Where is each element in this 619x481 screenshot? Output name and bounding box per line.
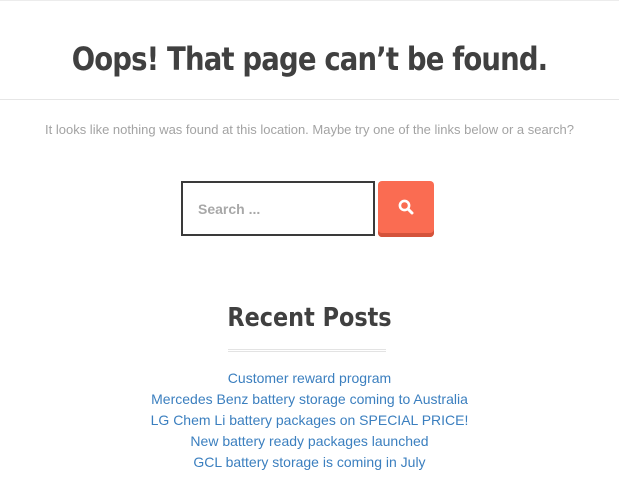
list-item: New battery ready packages launched — [0, 431, 619, 452]
not-found-message: It looks like nothing was found at this … — [45, 122, 574, 137]
search-icon — [398, 199, 414, 215]
recent-post-link[interactable]: LG Chem Li battery packages on SPECIAL P… — [151, 412, 469, 428]
recent-posts-title: Recent Posts — [227, 303, 392, 333]
recent-post-link[interactable]: GCL battery storage is coming in July — [193, 454, 425, 470]
error-404-page: Oops! That page can’t be found. It looks… — [0, 0, 619, 481]
list-item: GCL battery storage is coming in July — [0, 452, 619, 473]
recent-post-link[interactable]: Mercedes Benz battery storage coming to … — [151, 391, 468, 407]
list-item: Customer reward program — [0, 368, 619, 389]
recent-posts-list: Customer reward program Mercedes Benz ba… — [0, 368, 619, 473]
search-button[interactable] — [378, 181, 434, 237]
list-item: Mercedes Benz battery storage coming to … — [0, 389, 619, 410]
recent-posts-divider — [228, 349, 386, 352]
search-form — [181, 181, 434, 237]
recent-post-link[interactable]: New battery ready packages launched — [190, 433, 428, 449]
page-title: Oops! That page can’t be found. — [71, 40, 548, 78]
page-header: Oops! That page can’t be found. — [0, 1, 619, 100]
search-input[interactable] — [181, 181, 375, 236]
list-item: LG Chem Li battery packages on SPECIAL P… — [0, 410, 619, 431]
recent-post-link[interactable]: Customer reward program — [228, 370, 391, 386]
